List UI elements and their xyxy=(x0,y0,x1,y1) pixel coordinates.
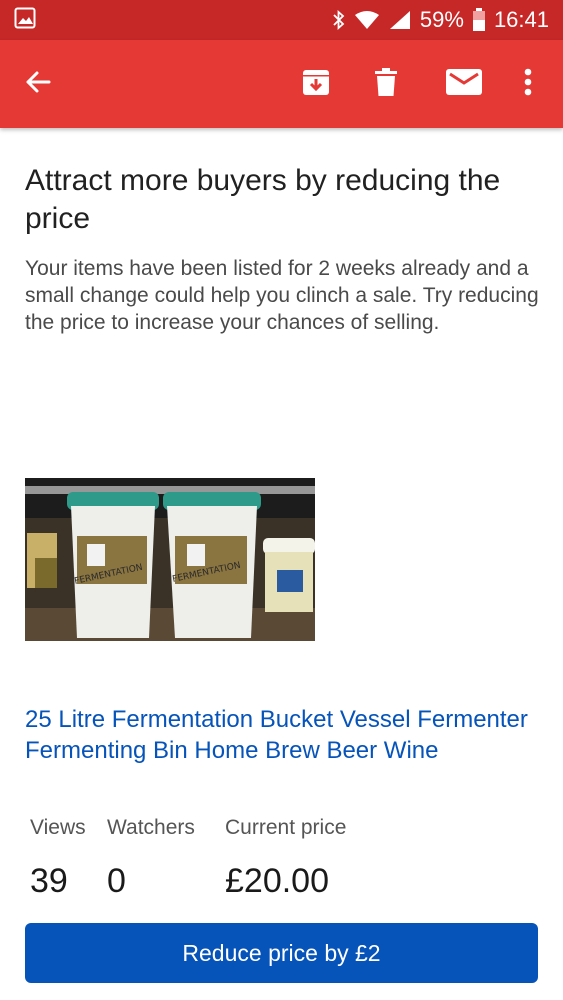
watchers-label: Watchers xyxy=(107,816,195,839)
back-arrow-icon xyxy=(24,68,52,101)
product-title-link[interactable]: 25 Litre Fermentation Bucket Vessel Ferm… xyxy=(25,704,545,766)
archive-icon xyxy=(301,67,331,102)
app-bar xyxy=(0,40,563,128)
email-intro-text: Your items have been listed for 2 weeks … xyxy=(25,257,539,334)
delete-icon xyxy=(374,67,398,102)
watchers-value: 0 xyxy=(107,862,126,900)
views-label: Views xyxy=(30,816,86,839)
more-vert-icon xyxy=(524,68,532,101)
email-headline: Attract more buyers by reducing the pric… xyxy=(25,164,501,235)
product-image[interactable]: FERMENTATION FERMENTATION xyxy=(25,478,315,641)
status-bar: 59% 16:41 xyxy=(0,0,563,40)
battery-percent: 59% xyxy=(419,7,464,32)
mail-icon xyxy=(446,68,482,100)
mark-unread-button[interactable] xyxy=(438,40,490,128)
reduce-price-button[interactable]: Reduce price by £2 xyxy=(25,923,538,983)
image-notification-icon xyxy=(14,7,36,34)
signal-icon xyxy=(388,9,412,31)
delete-button[interactable] xyxy=(362,40,410,128)
archive-button[interactable] xyxy=(292,40,340,128)
back-button[interactable] xyxy=(14,40,62,128)
current-price-value: £20.00 xyxy=(225,862,329,900)
bluetooth-icon xyxy=(332,9,346,31)
clock: 16:41 xyxy=(493,7,549,32)
more-options-button[interactable] xyxy=(510,40,546,128)
wifi-icon xyxy=(354,9,380,31)
views-value: 39 xyxy=(30,862,68,900)
battery-icon xyxy=(472,8,486,32)
current-price-label: Current price xyxy=(225,816,347,839)
